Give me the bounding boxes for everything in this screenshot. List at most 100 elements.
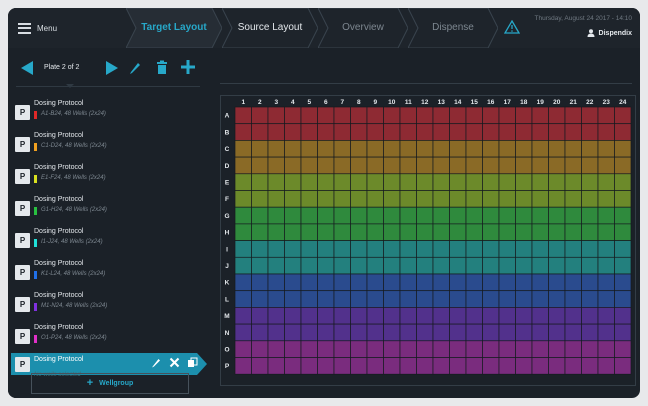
- well-M9[interactable]: [366, 307, 384, 325]
- row-label[interactable]: M: [224, 313, 229, 320]
- well-L24[interactable]: [614, 290, 632, 308]
- well-F15[interactable]: [465, 190, 483, 208]
- row-label[interactable]: A: [225, 113, 230, 120]
- well-N5[interactable]: [300, 323, 318, 342]
- well-D22[interactable]: [581, 156, 599, 175]
- well-E19[interactable]: [531, 173, 549, 191]
- menu-button[interactable]: Menu: [18, 20, 57, 36]
- well-K1[interactable]: [234, 273, 252, 292]
- well-B19[interactable]: [531, 123, 549, 141]
- well-B16[interactable]: [482, 123, 500, 141]
- well-B13[interactable]: [432, 123, 450, 141]
- well-P11[interactable]: [399, 357, 417, 375]
- well-F5[interactable]: [300, 190, 318, 208]
- well-N15[interactable]: [465, 323, 483, 342]
- well-B18[interactable]: [515, 123, 533, 141]
- well-G6[interactable]: [317, 206, 335, 225]
- column-label[interactable]: 14: [454, 99, 462, 106]
- list-item[interactable]: P Dosing Protocol I1-J24, 48 Wells (2x24…: [8, 225, 204, 257]
- list-item[interactable]: P Dosing Protocol G1-H24, 48 Wells (2x24…: [8, 193, 204, 225]
- well-M19[interactable]: [531, 307, 549, 325]
- well-A21[interactable]: [564, 106, 582, 125]
- well-M10[interactable]: [383, 307, 401, 325]
- well-N7[interactable]: [333, 323, 351, 342]
- well-B14[interactable]: [449, 123, 467, 141]
- well-P18[interactable]: [515, 357, 533, 375]
- well-J12[interactable]: [416, 256, 434, 275]
- well-B22[interactable]: [581, 123, 599, 141]
- well-C20[interactable]: [548, 140, 566, 158]
- well-B21[interactable]: [564, 123, 582, 141]
- well-O20[interactable]: [548, 340, 566, 358]
- well-K12[interactable]: [416, 273, 434, 292]
- well-I15[interactable]: [465, 240, 483, 258]
- well-M16[interactable]: [482, 307, 500, 325]
- well-H7[interactable]: [333, 223, 351, 241]
- well-C11[interactable]: [399, 140, 417, 158]
- well-H13[interactable]: [432, 223, 450, 241]
- well-H14[interactable]: [449, 223, 467, 241]
- well-D6[interactable]: [317, 156, 335, 175]
- well-K24[interactable]: [614, 273, 632, 292]
- well-E4[interactable]: [284, 173, 302, 191]
- well-A6[interactable]: [317, 106, 335, 125]
- well-K11[interactable]: [399, 273, 417, 292]
- well-G10[interactable]: [383, 206, 401, 225]
- well-O22[interactable]: [581, 340, 599, 358]
- user-menu[interactable]: Dispendix: [587, 29, 632, 37]
- well-L15[interactable]: [465, 290, 483, 308]
- pin-icon[interactable]: [151, 357, 162, 368]
- column-label[interactable]: 6: [324, 99, 328, 106]
- well-A15[interactable]: [465, 106, 483, 125]
- well-D12[interactable]: [416, 156, 434, 175]
- well-P20[interactable]: [548, 357, 566, 375]
- well-I18[interactable]: [515, 240, 533, 258]
- well-J24[interactable]: [614, 256, 632, 275]
- well-E5[interactable]: [300, 173, 318, 191]
- well-C21[interactable]: [564, 140, 582, 158]
- well-F13[interactable]: [432, 190, 450, 208]
- well-F17[interactable]: [498, 190, 516, 208]
- well-H23[interactable]: [597, 223, 615, 241]
- well-I16[interactable]: [482, 240, 500, 258]
- add-wellgroup-button[interactable]: + Wellgroup: [31, 373, 189, 394]
- list-item[interactable]: P Dosing Protocol O1-P24, 48 Wells (2x24…: [8, 321, 204, 353]
- well-G12[interactable]: [416, 206, 434, 225]
- column-label[interactable]: 10: [388, 99, 396, 106]
- column-label[interactable]: 21: [570, 99, 578, 106]
- well-L6[interactable]: [317, 290, 335, 308]
- well-D2[interactable]: [251, 156, 269, 175]
- well-D9[interactable]: [366, 156, 384, 175]
- well-M13[interactable]: [432, 307, 450, 325]
- well-O3[interactable]: [267, 340, 285, 358]
- well-B12[interactable]: [416, 123, 434, 141]
- column-label[interactable]: 17: [504, 99, 512, 106]
- well-D14[interactable]: [449, 156, 467, 175]
- well-D20[interactable]: [548, 156, 566, 175]
- well-J5[interactable]: [300, 256, 318, 275]
- well-M21[interactable]: [564, 307, 582, 325]
- well-A24[interactable]: [614, 106, 632, 125]
- well-H2[interactable]: [251, 223, 269, 241]
- well-L14[interactable]: [449, 290, 467, 308]
- well-J2[interactable]: [251, 256, 269, 275]
- well-N1[interactable]: [234, 323, 252, 342]
- well-D18[interactable]: [515, 156, 533, 175]
- well-H11[interactable]: [399, 223, 417, 241]
- well-L20[interactable]: [548, 290, 566, 308]
- well-E16[interactable]: [482, 173, 500, 191]
- column-label[interactable]: 9: [373, 99, 377, 106]
- well-K20[interactable]: [548, 273, 566, 292]
- well-C13[interactable]: [432, 140, 450, 158]
- well-G14[interactable]: [449, 206, 467, 225]
- well-F3[interactable]: [267, 190, 285, 208]
- well-N21[interactable]: [564, 323, 582, 342]
- well-O8[interactable]: [350, 340, 368, 358]
- well-G13[interactable]: [432, 206, 450, 225]
- well-F10[interactable]: [383, 190, 401, 208]
- well-K7[interactable]: [333, 273, 351, 292]
- well-C18[interactable]: [515, 140, 533, 158]
- well-D5[interactable]: [300, 156, 318, 175]
- well-E7[interactable]: [333, 173, 351, 191]
- row-label[interactable]: C: [225, 146, 230, 153]
